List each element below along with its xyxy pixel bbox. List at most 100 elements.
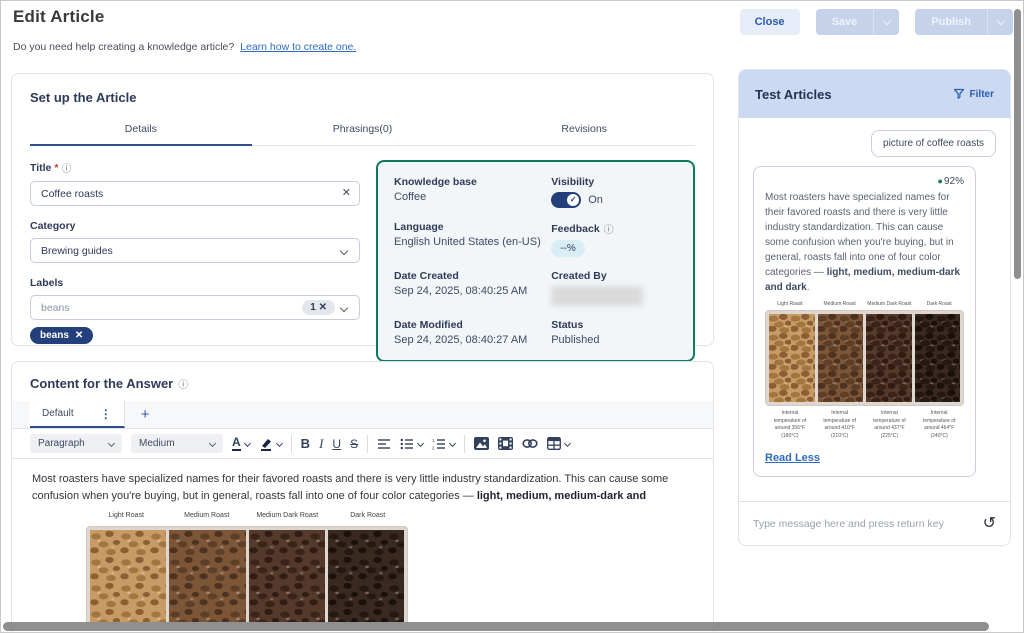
table-icon [547, 437, 561, 450]
help-text: Do you need help creating a knowledge ar… [13, 41, 1007, 53]
chevron-down-icon [244, 440, 251, 447]
medium-roast-beans [169, 530, 245, 625]
chevron-down-icon [276, 440, 283, 447]
learn-how-link[interactable]: Learn how to create one. [240, 41, 356, 53]
chevron-down-icon [340, 303, 348, 311]
remove-label-icon[interactable]: ✕ [75, 330, 83, 341]
tab-phrasings[interactable]: Phrasings(0) [252, 117, 474, 145]
editor-toolbar: Paragraph Medium A B I U S [12, 429, 713, 459]
labels-input[interactable] [41, 302, 296, 314]
publish-dropdown-button[interactable] [987, 9, 1013, 35]
chat-input-row: ↺ [739, 501, 1010, 545]
insert-image-button[interactable] [474, 437, 489, 450]
save-dropdown-button[interactable] [873, 9, 899, 35]
insert-link-button[interactable] [522, 438, 538, 449]
tab-details[interactable]: Details [30, 117, 252, 146]
publish-button[interactable]: Publish [915, 9, 987, 35]
highlight-color-button[interactable] [259, 437, 282, 451]
horizontal-scrollbar-thumb[interactable] [3, 622, 989, 631]
feedback-pill: --% [551, 240, 585, 257]
bold-button[interactable]: B [301, 436, 310, 451]
title-input-wrap: ✕ [30, 181, 360, 206]
align-button[interactable] [377, 438, 391, 450]
labels-combobox[interactable]: 1 ✕ [30, 295, 360, 320]
title-field-group: Title * ⓘ ✕ [30, 160, 360, 206]
category-select[interactable]: Brewing guides [30, 238, 360, 263]
toolbar-divider [367, 435, 368, 453]
dark-roast-beans [328, 530, 404, 625]
chevron-down-icon [340, 246, 348, 254]
user-message-bubble: picture of coffee roasts [871, 130, 996, 157]
italic-button[interactable]: I [319, 436, 323, 452]
chevron-down-icon [417, 440, 424, 447]
label-chip-beans[interactable]: beans ✕ [30, 327, 93, 344]
image-icon [474, 437, 489, 450]
visibility-cell: Visibility ✓ On [551, 176, 677, 208]
medium-roast-beans [818, 314, 864, 402]
kebab-menu-icon[interactable]: ⋮ [100, 407, 112, 421]
confidence-score: ●92% [765, 176, 964, 187]
labels-count-pill[interactable]: 1 ✕ [302, 300, 335, 315]
test-panel-title: Test Articles [755, 87, 832, 102]
insert-video-button[interactable] [498, 437, 513, 450]
test-articles-panel: Test Articles Filter picture of coffee r… [738, 69, 1011, 546]
tab-default-variation[interactable]: Default ⋮ [30, 401, 125, 428]
save-split-button: Save [816, 9, 900, 35]
insert-table-button[interactable] [547, 437, 570, 450]
category-label: Category [30, 220, 360, 232]
chat-area: picture of coffee roasts ●92% Most roast… [739, 118, 1010, 503]
mini-coffee-beans-tray [765, 310, 964, 406]
clear-title-icon[interactable]: ✕ [342, 186, 351, 199]
visibility-toggle[interactable]: ✓ [551, 192, 581, 208]
created-by-redacted [551, 286, 643, 306]
setup-article-card: Set up the Article Details Phrasings(0) … [11, 73, 714, 346]
highlighter-icon [259, 437, 273, 451]
info-icon: ⓘ [604, 221, 614, 236]
editor-area[interactable]: Most roasters have specialized names for… [30, 459, 695, 629]
title-input[interactable] [30, 181, 360, 206]
roast-comparison-image[interactable]: Light Roast Medium Roast Medium Dark Roa… [86, 511, 408, 629]
roast-labels-row: Light Roast Medium Roast Medium Dark Roa… [86, 511, 408, 526]
light-roast-beans [769, 314, 815, 402]
roast-temperature-captions: Internal temperature of around 356°F (18… [765, 410, 964, 440]
chat-message-input[interactable] [753, 518, 975, 530]
date-modified-cell: Date Modified Sep 24, 2025, 08:40:27 AM [394, 319, 551, 346]
setup-body: Title * ⓘ ✕ Category Brewing guides [30, 160, 695, 362]
paragraph-style-dropdown[interactable]: Paragraph [30, 434, 122, 453]
variation-tabstrip: Default ⋮ + [12, 401, 713, 429]
bot-response-card: ●92% Most roasters have specialized name… [753, 166, 976, 477]
svg-text:2: 2 [432, 445, 435, 449]
coffee-beans-tray [86, 526, 408, 629]
numbered-list-button[interactable]: 12 [432, 438, 455, 450]
created-by-cell: Created By [551, 270, 677, 306]
answer-text: Most roasters have specialized names for… [765, 190, 964, 295]
confidence-dot-icon: ● [938, 176, 943, 186]
read-less-link[interactable]: Read Less [765, 452, 820, 464]
tab-revisions[interactable]: Revisions [473, 117, 695, 145]
video-icon [498, 437, 513, 450]
link-icon [522, 438, 538, 449]
text-color-button[interactable]: A [232, 436, 250, 451]
underline-button[interactable]: U [332, 437, 341, 451]
bullet-list-button[interactable] [400, 438, 423, 450]
date-created-cell: Date Created Sep 24, 2025, 08:40:25 AM [394, 270, 551, 306]
dark-roast-beans [915, 314, 961, 402]
reset-conversation-icon[interactable]: ↺ [983, 516, 996, 532]
font-size-dropdown[interactable]: Medium [131, 434, 223, 453]
light-roast-beans [90, 530, 166, 625]
close-button[interactable]: Close [740, 9, 800, 35]
required-marker: * [54, 162, 58, 174]
medium-dark-roast-beans [249, 530, 325, 625]
add-variation-button[interactable]: + [125, 401, 166, 428]
filter-button[interactable]: Filter [953, 88, 994, 100]
publish-split-button: Publish [915, 9, 1013, 35]
toolbar-divider [464, 435, 465, 453]
numbered-list-icon: 12 [432, 438, 446, 450]
answer-roast-image: Light Roast Medium Roast Medium Dark Roa… [765, 301, 964, 440]
vertical-scrollbar-thumb[interactable] [1014, 9, 1021, 279]
mini-roast-labels: Light Roast Medium Roast Medium Dark Roa… [765, 301, 964, 310]
editor-paragraph: Most roasters have specialized names for… [32, 471, 693, 505]
save-button[interactable]: Save [816, 9, 874, 35]
svg-text:1: 1 [432, 438, 435, 443]
strikethrough-button[interactable]: S [350, 437, 358, 451]
